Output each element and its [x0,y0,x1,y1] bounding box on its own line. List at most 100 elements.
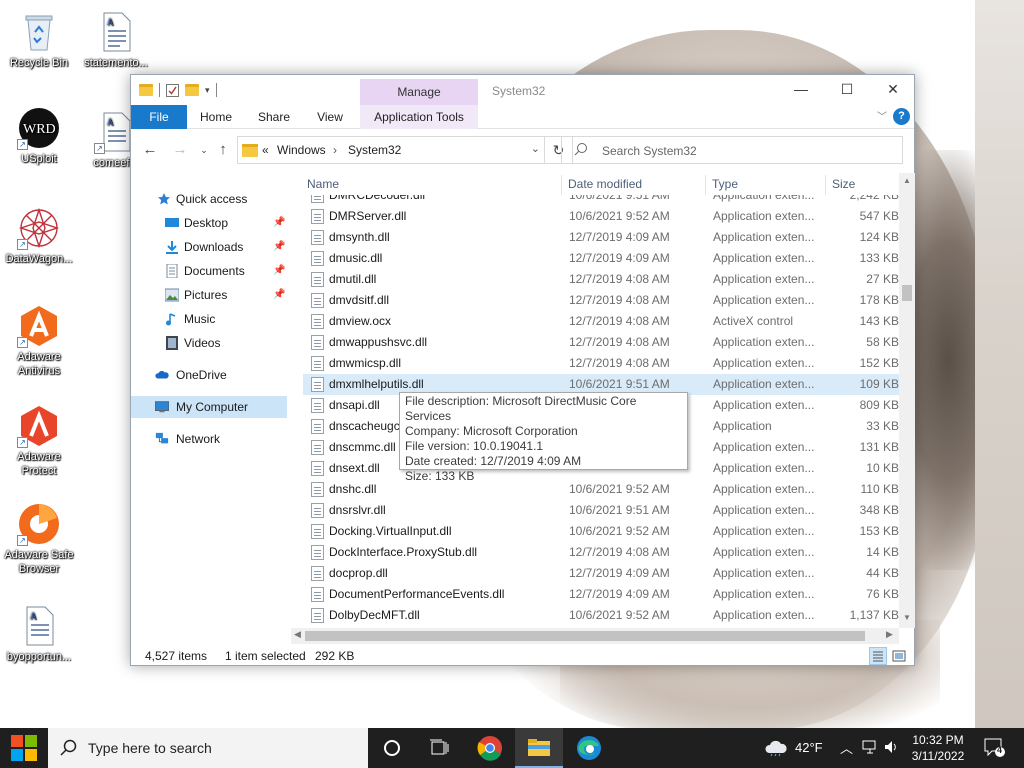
sidebar-item-videos[interactable]: Videos [131,332,287,354]
details-view-button[interactable] [869,647,887,665]
tab-home[interactable]: Home [193,105,239,129]
breadcrumb-overflow[interactable]: « [262,143,269,157]
table-row[interactable]: dmview.ocx 12/7/2019 4:08 AM ActiveX contr… [303,311,901,332]
notification-icon [984,738,1005,757]
table-row[interactable]: dmwappushsvc.dll 12/7/2019 4:08 AM Applica… [303,332,901,353]
sidebar-item-my-computer[interactable]: My Computer [131,396,287,418]
taskbar-chrome[interactable] [466,728,514,768]
large-icons-view-icon [892,650,906,662]
address-bar[interactable]: « Windows › System32 ⌄ [237,136,545,164]
volume-button[interactable] [882,728,902,768]
task-view-button[interactable] [416,728,464,768]
expand-ribbon-icon[interactable]: ﹀ [877,108,887,123]
file-name: DMRCDecoder.dll [329,195,426,202]
column-header-size[interactable]: Size [832,177,855,191]
table-row[interactable]: DolbyDecMFT.dll 10/6/2021 9:52 AM Applicat… [303,605,901,625]
desktop-icon-adaware-browser[interactable]: ↗ Adaware Safe Browser [1,502,77,576]
tab-application-tools[interactable]: Application Tools [360,105,478,129]
table-row[interactable]: dmutil.dll 12/7/2019 4:08 AM Application e… [303,269,901,290]
manage-context-tab[interactable]: Manage [360,79,478,105]
forward-button[interactable]: → [171,140,189,160]
scroll-left-icon[interactable]: ◀ [294,629,301,640]
customize-toolbar-icon[interactable]: ▾ [205,85,210,96]
folder-icon [242,144,258,157]
sidebar-item-quick-access[interactable]: Quick access [131,188,287,210]
title-bar[interactable]: ▾ Manage System32 — ☐ ✕ [131,75,914,105]
column-header-name[interactable]: Name [307,177,339,191]
file-name: dmusic.dll [329,251,383,265]
scrollbar-thumb[interactable] [902,285,912,301]
file-type: Application exten... [713,356,815,370]
table-row[interactable]: docprop.dll 12/7/2019 4:09 AM Application … [303,563,901,584]
system-clock[interactable]: 10:32 PM 3/11/2022 [902,732,974,764]
desktop-icon-adaware-protect[interactable]: ↗ Adaware Protect [1,404,77,478]
horizontal-scrollbar[interactable]: ◀ ▶ [291,628,899,644]
column-header-date[interactable]: Date modified [568,177,642,191]
sidebar-item-pictures[interactable]: Pictures 📌 [131,284,287,306]
desktop-icon-byopportun[interactable]: A byopportun... [1,604,77,664]
sidebar-item-network[interactable]: Network [131,428,287,450]
minimize-button[interactable]: — [778,75,824,105]
show-hidden-icons-button[interactable]: ︿ [838,728,854,768]
sidebar-item-music[interactable]: Music [131,308,287,330]
tab-view[interactable]: View [307,105,353,129]
column-divider[interactable] [561,175,562,195]
start-button[interactable] [0,728,48,768]
file-date: 12/7/2019 4:08 AM [569,314,670,328]
breadcrumb-windows[interactable]: Windows [277,143,326,157]
up-button[interactable]: ↑ [214,140,232,160]
desktop-icon-statemento[interactable]: A statemento... [78,10,154,70]
tab-file[interactable]: File [131,105,187,129]
breadcrumb-system32[interactable]: System32 [348,143,401,157]
desktop-icon-usploit[interactable]: WRD ↗ USploit [1,106,77,166]
taskbar-edge[interactable] [565,728,613,768]
table-row[interactable]: dmsynth.dll 12/7/2019 4:09 AM Application … [303,227,901,248]
file-type: Application exten... [713,461,815,475]
taskbar-file-explorer[interactable] [515,728,563,768]
taskbar-search-box[interactable]: Type here to search [48,728,368,768]
address-dropdown-icon[interactable]: ⌄ [531,142,540,155]
recent-locations-icon[interactable]: ⌄ [195,140,213,160]
table-row[interactable]: Docking.VirtualInput.dll 10/6/2021 9:52 A… [303,521,901,542]
network-status-button[interactable] [860,728,880,768]
table-row[interactable]: DocumentPerformanceEvents.dll 12/7/2019 4… [303,584,901,605]
column-header-type[interactable]: Type [712,177,738,191]
close-button[interactable]: ✕ [870,75,916,105]
notification-center-button[interactable]: 4 [980,728,1010,768]
desktop-icon-recycle-bin[interactable]: Recycle Bin [1,10,77,70]
back-button[interactable]: ← [141,140,159,160]
column-divider[interactable] [825,175,826,195]
vertical-scrollbar[interactable]: ▲ ▼ [899,173,915,628]
sidebar-item-downloads[interactable]: Downloads 📌 [131,236,287,258]
table-row[interactable]: DockInterface.ProxyStub.dll 12/7/2019 4:0… [303,542,901,563]
cortana-button[interactable] [368,728,416,768]
sidebar-item-documents[interactable]: Documents 📌 [131,260,287,282]
file-date: 12/7/2019 4:09 AM [569,566,670,580]
search-input[interactable]: Search System32 [561,136,903,164]
scroll-down-icon[interactable]: ▼ [899,613,915,622]
desktop-icon-datawagon[interactable]: ↗ DataWagon... [1,206,77,266]
sidebar-item-onedrive[interactable]: OneDrive [131,364,287,386]
large-icons-view-button[interactable] [890,647,908,665]
scroll-right-icon[interactable]: ▶ [886,629,893,640]
scrollbar-thumb[interactable] [305,631,865,641]
maximize-button[interactable]: ☐ [824,75,870,105]
table-row[interactable]: dmvdsitf.dll 12/7/2019 4:08 AM Application… [303,290,901,311]
table-row[interactable]: dmwmicsp.dll 12/7/2019 4:08 AM Application… [303,353,901,374]
table-row[interactable]: dnsrslvr.dll 10/6/2021 9:51 AM Application… [303,500,901,521]
dll-file-icon [311,293,324,308]
table-row[interactable]: dmusic.dll 12/7/2019 4:09 AM Application e… [303,248,901,269]
desktop-icon-adaware-antivirus[interactable]: ↗ Adaware Antivirus [1,304,77,378]
new-folder-icon[interactable] [185,84,199,96]
tab-share[interactable]: Share [251,105,297,129]
help-icon[interactable]: ? [893,108,910,125]
column-divider[interactable] [705,175,706,195]
sidebar-item-desktop[interactable]: Desktop 📌 [131,212,287,234]
datawagon-icon: ↗ [17,206,61,250]
scroll-up-icon[interactable]: ▲ [899,176,915,185]
table-row[interactable]: DMRServer.dll 10/6/2021 9:52 AM Applicatio… [303,206,901,227]
file-name: DolbyDecMFT.dll [329,608,420,622]
table-row[interactable]: DMRCDecoder.dll 10/6/2021 9:51 AM Applic… [303,195,901,206]
file-size: 44 KB [866,566,899,580]
properties-icon[interactable] [166,83,179,97]
